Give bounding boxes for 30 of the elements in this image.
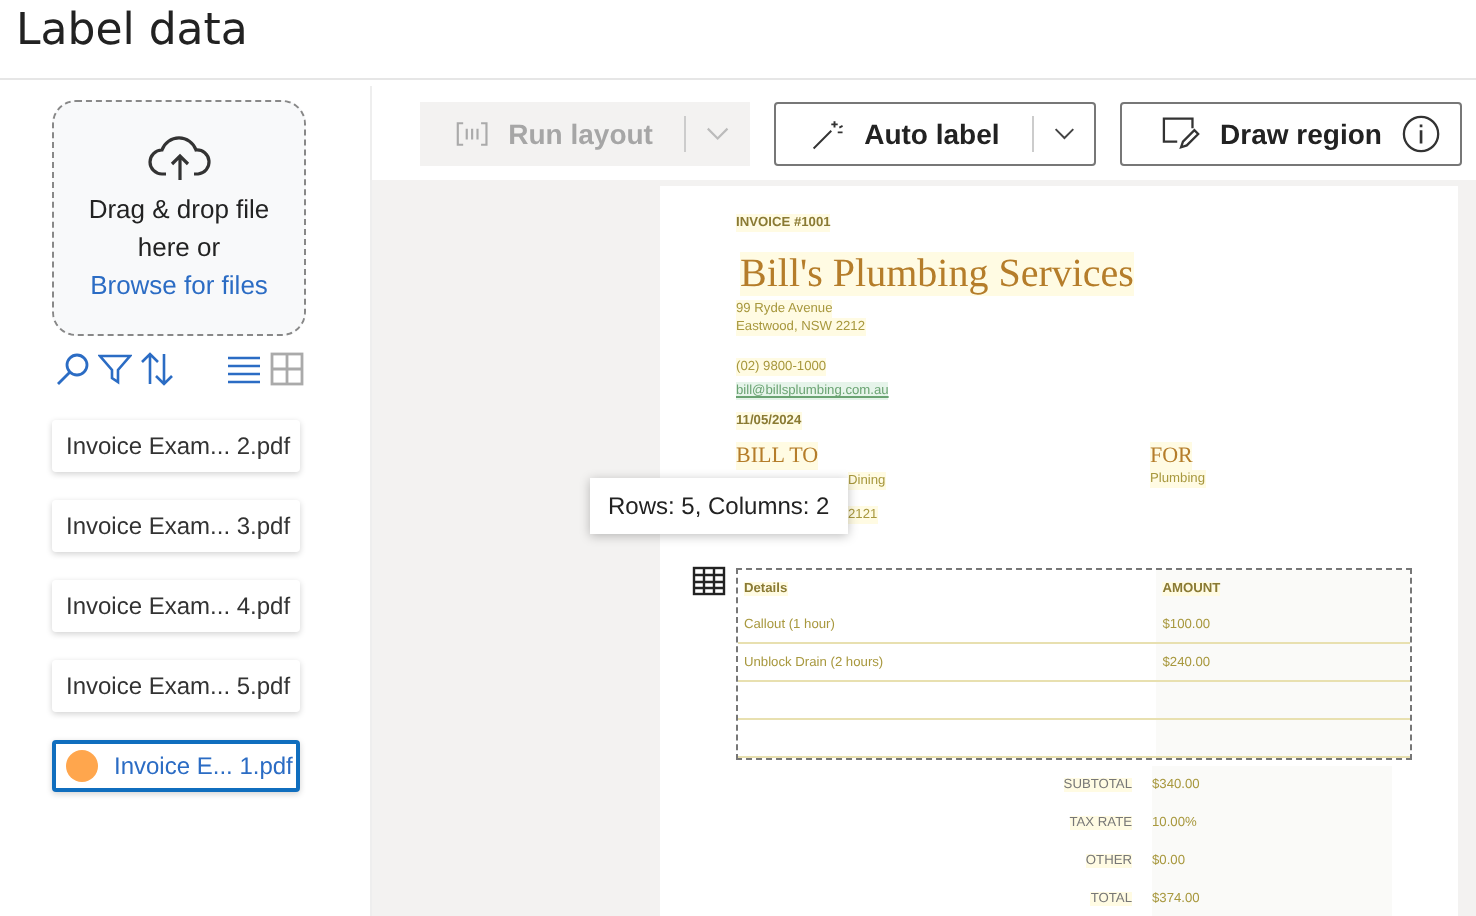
file-item[interactable]: Invoice Exam... 4.pdf [52, 580, 300, 632]
draw-region-button[interactable]: Draw region [1120, 101, 1462, 165]
file-item[interactable]: Invoice Exam... 5.pdf [52, 660, 300, 712]
page-title: Label data [0, 0, 1476, 80]
list-view-icon[interactable] [226, 352, 262, 386]
info-icon[interactable] [1401, 113, 1440, 153]
file-name: Invoice E... 1.pdf [114, 752, 293, 780]
upload-instructions: Drag & drop file here or [86, 192, 272, 266]
file-name: Invoice Exam... 2.pdf [66, 432, 291, 460]
cloud-upload-icon [145, 134, 213, 182]
sort-icon[interactable] [140, 352, 174, 386]
bill-to-heading: BILL TO [736, 442, 819, 470]
tooltip: Rows: 5, Columns: 2 [590, 478, 848, 534]
layout-scan-icon [456, 119, 489, 147]
file-name: Invoice Exam... 4.pdf [66, 592, 291, 620]
chevron-down-icon[interactable] [1053, 125, 1074, 141]
file-item[interactable]: Invoice E... 1.pdf [52, 740, 300, 792]
company-name: Bill's Plumbing Services [740, 252, 1134, 296]
filter-icon[interactable] [98, 352, 132, 386]
auto-label-button[interactable]: Auto label [774, 101, 1096, 165]
file-name: Invoice Exam... 5.pdf [66, 672, 291, 700]
for-heading: FOR [1150, 442, 1193, 470]
table-icon[interactable] [692, 566, 726, 596]
browse-link[interactable]: Browse for files [90, 266, 268, 304]
upload-dropzone[interactable]: Drag & drop file here or Browse for files [52, 100, 306, 336]
file-item[interactable]: Invoice Exam... 2.pdf [52, 420, 300, 472]
file-name: Invoice Exam... 3.pdf [66, 512, 291, 540]
draw-region-icon [1162, 116, 1201, 150]
file-item[interactable]: Invoice Exam... 3.pdf [52, 500, 300, 552]
search-icon[interactable] [56, 352, 90, 386]
